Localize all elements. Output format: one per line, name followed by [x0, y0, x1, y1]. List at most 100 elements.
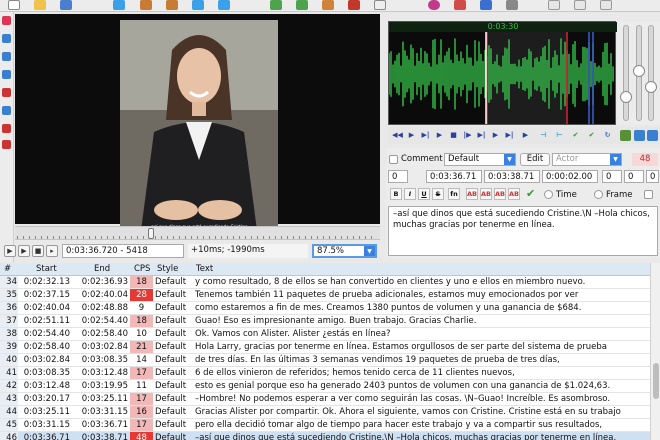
bold-button[interactable]: B [390, 188, 402, 200]
audio-volume-slider[interactable] [648, 25, 654, 121]
table-row[interactable]: 35 0:02:37.15 0:02:40.04 28 Default Tenemos t… [0, 289, 650, 302]
grid-scrollbar-thumb[interactable] [653, 363, 659, 399]
strikeout-button[interactable]: S [432, 188, 444, 200]
time-radio[interactable] [544, 190, 553, 199]
duration-field[interactable]: 0:00:02.00 [542, 170, 598, 183]
seek-thumb[interactable] [148, 228, 154, 239]
column-header-number[interactable]: # [4, 263, 11, 276]
column-header-text[interactable]: Text [196, 263, 213, 276]
go-to-icon[interactable]: ↻ [602, 130, 613, 141]
vector-draw-tool-icon[interactable] [2, 140, 11, 149]
properties-icon[interactable] [428, 0, 440, 10]
video-display[interactable]: –así que dinos que está sucediendo Crist… [15, 14, 380, 238]
spell-check-icon[interactable] [374, 0, 386, 10]
help-icon[interactable] [480, 0, 492, 10]
video-seek-slider[interactable] [15, 226, 380, 240]
scale-tool-icon[interactable] [2, 88, 11, 97]
jump-icon[interactable] [113, 0, 125, 10]
zoom-slider-thumb[interactable] [620, 91, 632, 103]
video-time-frame-display[interactable]: 0:03:36.720 - 5418 [62, 244, 184, 258]
auto-commit-icon[interactable] [647, 130, 658, 141]
margin-left-field[interactable]: 0 [602, 170, 622, 183]
vector-clip-tool-icon[interactable] [2, 124, 11, 133]
rotate-z-tool-icon[interactable] [2, 52, 11, 61]
audio-waveform-display[interactable]: 0:03:30 [388, 21, 617, 125]
sort-grid-icon[interactable] [270, 0, 282, 10]
column-header-start[interactable]: Start [36, 263, 57, 276]
play-selection-icon[interactable]: ▶| [420, 130, 431, 141]
comment-checkbox[interactable] [389, 155, 398, 164]
video-zoom-dropdown[interactable]: 87.5% ▼ [312, 244, 377, 258]
next-line-icon[interactable]: ▶ [406, 130, 417, 141]
play-line-audio-icon[interactable]: ▶ [434, 130, 445, 141]
style-manager-icon[interactable] [296, 0, 308, 10]
zoom-out-icon[interactable] [166, 0, 178, 10]
audio-horizontal-zoom-slider[interactable] [623, 25, 629, 121]
save-icon[interactable] [60, 0, 72, 10]
commit-icon[interactable]: ✔ [570, 130, 581, 141]
open-file-icon[interactable] [34, 0, 46, 10]
table-row[interactable]: 37 0:02:51.11 0:02:54.40 18 Default Guao! Eso… [0, 315, 650, 328]
auto-scroll-icon[interactable] [634, 130, 645, 141]
edit-style-button[interactable]: Edit [520, 153, 550, 166]
outline-color-button[interactable]: AB [494, 188, 506, 200]
font-button[interactable]: fn [448, 188, 460, 200]
secondary-color-button[interactable]: AB [480, 188, 492, 200]
commit-check-icon[interactable]: ✔ [526, 188, 538, 200]
margin-right-field[interactable]: 0 [624, 170, 644, 183]
italic-button[interactable]: I [404, 188, 416, 200]
pause-icon[interactable]: ■ [448, 130, 459, 141]
fonts-icon[interactable] [322, 0, 334, 10]
primary-color-button[interactable]: AB [466, 188, 478, 200]
audio-details-icon[interactable] [574, 0, 586, 10]
table-row[interactable]: 43 0:03:20.17 0:03:25.11 17 Default –Hombre! … [0, 393, 650, 406]
table-row[interactable]: 34 0:02:32.13 0:02:36.93 18 Default y como r… [0, 276, 650, 289]
shadow-color-button[interactable]: AB [508, 188, 520, 200]
table-row[interactable]: 39 0:02:58.40 0:03:02.84 21 Default Hola Larr… [0, 341, 650, 354]
play-to-end-icon[interactable]: ▶ [520, 130, 531, 141]
lead-in-icon[interactable]: ⊣ [538, 130, 549, 141]
stop-icon[interactable]: ■ [32, 245, 44, 257]
grid-scrollbar[interactable] [650, 263, 660, 440]
clip-tool-icon[interactable] [2, 106, 11, 115]
table-row[interactable]: 41 0:03:08.35 0:03:12.48 17 Default 6 de ello… [0, 367, 650, 380]
table-row[interactable]: 36 0:02:40.04 0:02:48.88 9 Default como estar… [0, 302, 650, 315]
translation-icon[interactable] [454, 0, 466, 10]
table-row[interactable]: 38 0:02:54.40 0:02:58.40 10 Default Ok. Vamos… [0, 328, 650, 341]
grid-details-icon[interactable] [600, 0, 612, 10]
subtitle-text-editor[interactable]: –así que dinos que está sucediendo Crist… [388, 206, 658, 256]
attachments-icon[interactable] [348, 0, 360, 10]
frame-radio[interactable] [594, 190, 603, 199]
column-header-cps[interactable]: CPS [134, 263, 150, 276]
start-time-field[interactable]: 0:03:36.71 [426, 170, 482, 183]
autoscroll-icon[interactable]: ▸ [46, 245, 58, 257]
play-video-icon[interactable] [192, 0, 204, 10]
play-before-icon[interactable]: |▶ [462, 130, 473, 141]
margin-vertical-field[interactable]: 0 [646, 170, 659, 183]
table-row[interactable]: 45 0:03:31.15 0:03:36.71 17 Default pero ella… [0, 419, 650, 432]
end-time-field[interactable]: 0:03:38.71 [484, 170, 540, 183]
play-end-icon[interactable]: ▶| [504, 130, 515, 141]
drag-tool-icon[interactable] [2, 34, 11, 43]
new-file-icon[interactable] [8, 0, 20, 10]
layer-field[interactable]: 0 [388, 170, 408, 183]
play-line-icon[interactable]: ▶ [18, 245, 30, 257]
play-start-icon[interactable]: ▶ [490, 130, 501, 141]
audio-volume-thumb[interactable] [645, 81, 657, 93]
standard-tool-icon[interactable] [2, 16, 11, 25]
commit-next-icon[interactable]: ✔ [586, 130, 597, 141]
rotate-xy-tool-icon[interactable] [2, 70, 11, 79]
column-header-style[interactable]: Style [157, 263, 178, 276]
prev-line-icon[interactable]: ◀◀ [392, 130, 403, 141]
spectrum-mode-icon[interactable] [620, 130, 631, 141]
column-header-end[interactable]: End [94, 263, 110, 276]
play-after-icon[interactable]: ▶| [476, 130, 487, 141]
show-original-checkbox[interactable] [644, 190, 653, 199]
video-details-icon[interactable] [548, 0, 560, 10]
zoom-in-icon[interactable] [140, 0, 152, 10]
actor-dropdown[interactable]: Actor ▼ [552, 153, 622, 166]
volume-slider-thumb[interactable] [633, 65, 645, 77]
underline-button[interactable]: U [418, 188, 430, 200]
video-forward-icon[interactable] [218, 0, 230, 10]
table-row[interactable]: 40 0:03:02.84 0:03:08.35 14 Default de tres d… [0, 354, 650, 367]
